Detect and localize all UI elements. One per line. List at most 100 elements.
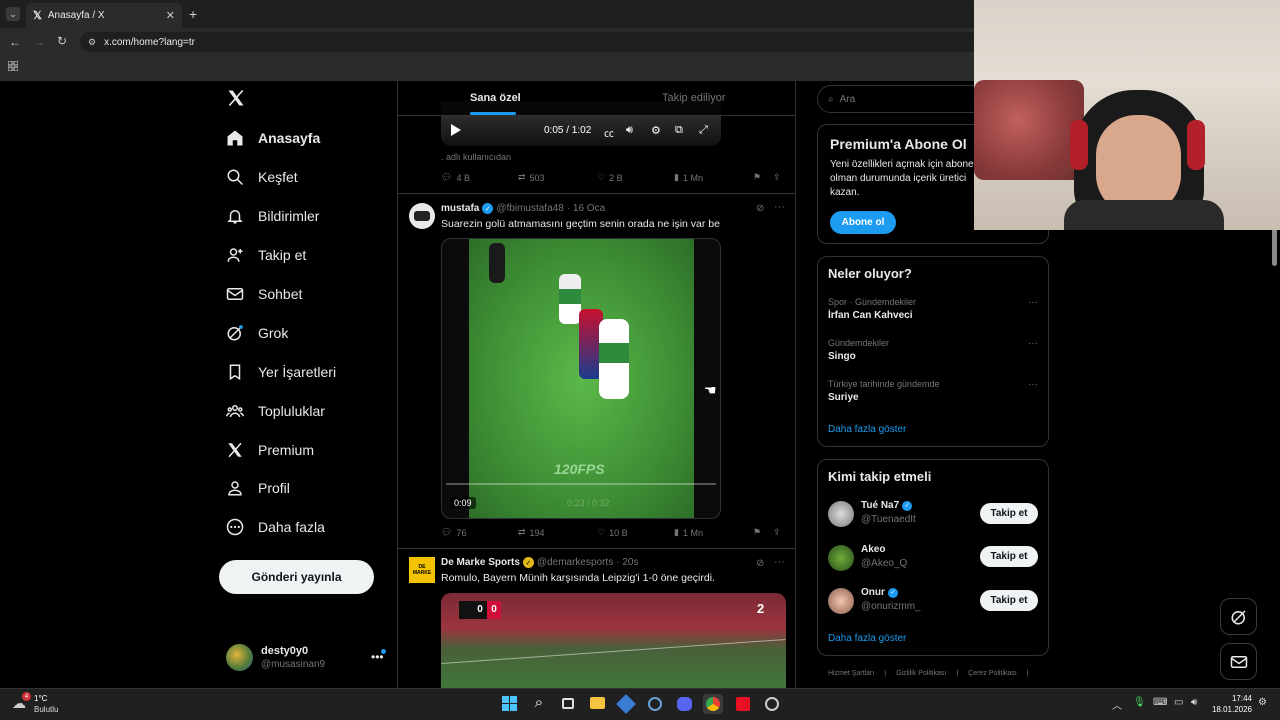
follow-button[interactable]: Takip et	[980, 590, 1038, 611]
tray-overflow-icon[interactable]: ︿	[1112, 697, 1122, 712]
follow-suggestion[interactable]: Akeo @Akeo_Q Takip et	[828, 544, 1040, 574]
app-icon[interactable]	[616, 694, 636, 714]
nav-chat[interactable]: Sohbet	[226, 279, 302, 309]
windows-start-icon[interactable]	[500, 694, 520, 714]
avatar[interactable]: DE MARKE	[409, 557, 435, 583]
like-button[interactable]: ♡ 2 B	[597, 172, 623, 183]
forward-icon[interactable]: →	[33, 35, 45, 49]
subscribe-button[interactable]: Abone ol	[830, 211, 896, 234]
follow-button[interactable]: Takip et	[980, 503, 1038, 524]
page-scrollbar[interactable]	[1272, 228, 1277, 266]
app-icon[interactable]	[645, 694, 665, 714]
follow-button[interactable]: Takip et	[980, 546, 1038, 567]
back-icon[interactable]: ←	[9, 35, 21, 49]
footer-cookies[interactable]: Çerez Politikası	[968, 670, 1017, 677]
follow-suggestion[interactable]: Onur ✓ @onurizmm_ Takip et	[828, 587, 1040, 617]
footer-terms[interactable]: Hizmet Şartları	[828, 670, 874, 677]
nav-explore[interactable]: Keşfet	[226, 162, 298, 192]
post-date[interactable]: · 16 Oca	[567, 203, 605, 214]
views-button[interactable]: ▮ 1 Mn	[674, 527, 703, 538]
nav-notifications[interactable]: Bildirimler	[226, 201, 319, 231]
share-button[interactable]: ⇪	[773, 527, 781, 538]
nav-follow[interactable]: Takip et	[226, 240, 306, 270]
footer-separator: |	[1026, 670, 1029, 677]
reply-button[interactable]: 💬︎ 4 B	[441, 172, 470, 183]
repost-button[interactable]: ⇄ 194	[518, 527, 545, 538]
trend-more-icon[interactable]: ···	[1028, 338, 1038, 349]
nav-communities[interactable]: Topluluklar	[226, 396, 325, 426]
network-icon[interactable]: ▭	[1174, 697, 1183, 708]
post-button[interactable]: Gönderi yayınla	[219, 560, 374, 594]
messages-float-button[interactable]	[1220, 643, 1257, 680]
post-date[interactable]: · 20s	[616, 557, 638, 568]
trend-item[interactable]: Spor · Gündemdekiler İrfan Can Kahveci ·…	[828, 297, 1040, 325]
volume-icon[interactable]: 🔊︎	[1191, 697, 1197, 708]
share-button[interactable]: ⇪	[773, 172, 781, 183]
tab-for-you[interactable]: Sana özel	[470, 92, 521, 104]
author-handle[interactable]: @fbimustafa48	[496, 203, 563, 214]
trend-item[interactable]: Gündemdekiler Singo ···	[828, 338, 1040, 366]
nav-premium[interactable]: Premium	[226, 435, 314, 465]
trend-more-icon[interactable]: ···	[1028, 379, 1038, 390]
video-player[interactable]: 0 0 2	[441, 593, 786, 688]
new-tab-button[interactable]: +	[189, 6, 197, 22]
nav-bookmarks[interactable]: Yer İşaretleri	[226, 357, 336, 387]
task-view-icon[interactable]	[558, 694, 578, 714]
reload-icon[interactable]: ↻	[57, 34, 67, 48]
suggestion-name-row: Onur ✓	[861, 587, 898, 598]
reply-button[interactable]: 💬︎ 76	[441, 527, 466, 538]
weather-widget[interactable]: ☁ 4 1°C Bulutlu	[12, 692, 102, 716]
bookmark-button[interactable]: ⚑	[753, 527, 761, 538]
nav-home[interactable]: Anasayfa	[226, 123, 320, 153]
nav-profile[interactable]: Profil	[226, 473, 290, 503]
notification-center-icon[interactable]: ⚙	[1258, 697, 1267, 708]
site-info-icon[interactable]: ⚙	[88, 37, 96, 48]
app-icon[interactable]	[762, 694, 782, 714]
x-home-logo[interactable]	[226, 88, 246, 108]
url-bar[interactable]: ⚙ x.com/home?lang=tr	[80, 32, 980, 52]
grok-float-button[interactable]	[1220, 598, 1257, 635]
chrome-icon[interactable]	[703, 694, 723, 714]
author-name[interactable]: mustafa	[441, 203, 479, 214]
grok-icon[interactable]: ⊘	[756, 203, 764, 214]
captions-icon[interactable]: ㏄	[604, 125, 614, 140]
grok-icon[interactable]: ⊘	[756, 558, 764, 569]
trends-show-more[interactable]: Daha fazla göster	[828, 424, 906, 435]
tab-following[interactable]: Takip ediliyor	[662, 92, 726, 104]
progress-track[interactable]	[446, 483, 716, 485]
clock[interactable]: 17:44 18.01.2026	[1206, 693, 1252, 715]
file-explorer-icon[interactable]	[587, 694, 607, 714]
author-name[interactable]: De Marke Sports	[441, 557, 520, 568]
repost-button[interactable]: ⇄ 503	[518, 172, 545, 183]
trend-more-icon[interactable]: ···	[1028, 297, 1038, 308]
video-player[interactable]: 120FPS 0:09 0:23 / 0:32	[441, 238, 721, 519]
fullscreen-icon[interactable]: ⤢	[699, 124, 708, 137]
footer-privacy[interactable]: Gizlilik Politikası	[896, 670, 946, 677]
avatar[interactable]	[409, 203, 435, 229]
follow-suggestion[interactable]: Tué Na7 ✓ @TuenaedIt Takip et	[828, 500, 1040, 530]
post-more-icon[interactable]: ···	[774, 201, 785, 213]
apps-grid-icon[interactable]	[8, 61, 18, 71]
nav-more[interactable]: Daha fazla	[226, 512, 325, 542]
post-more-icon[interactable]: ···	[774, 556, 785, 568]
browser-tab[interactable]: 𝕏 Anasayfa / X ✕	[26, 3, 182, 28]
close-tab-icon[interactable]: ✕	[166, 9, 175, 22]
views-button[interactable]: ▮ 1 Mn	[674, 172, 703, 183]
author-handle[interactable]: @demarkesports	[537, 557, 613, 568]
app-icon[interactable]	[733, 694, 753, 714]
follow-show-more[interactable]: Daha fazla göster	[828, 633, 906, 644]
pip-icon[interactable]: ⧉	[675, 124, 683, 137]
like-button[interactable]: ♡ 10 B	[597, 527, 628, 538]
microphone-icon[interactable]: 🎙︎	[1133, 697, 1146, 708]
bookmark-button[interactable]: ⚑	[753, 172, 761, 183]
trend-item[interactable]: Türkiye tarihinde gündemde Suriye ···	[828, 379, 1040, 407]
discord-icon[interactable]	[674, 694, 694, 714]
nav-grok[interactable]: Grok	[226, 318, 288, 348]
keyboard-icon[interactable]: ⌨	[1153, 697, 1167, 708]
volume-icon[interactable]: 🔊︎	[626, 124, 633, 137]
settings-icon[interactable]: ⚙	[651, 124, 661, 137]
play-icon[interactable]	[451, 124, 461, 136]
tab-list-button[interactable]: ⌄	[6, 7, 20, 21]
taskbar-search-icon[interactable]: ⌕	[529, 694, 549, 714]
account-switcher[interactable]: desty0y0 @musasinan9 •••	[226, 644, 386, 674]
